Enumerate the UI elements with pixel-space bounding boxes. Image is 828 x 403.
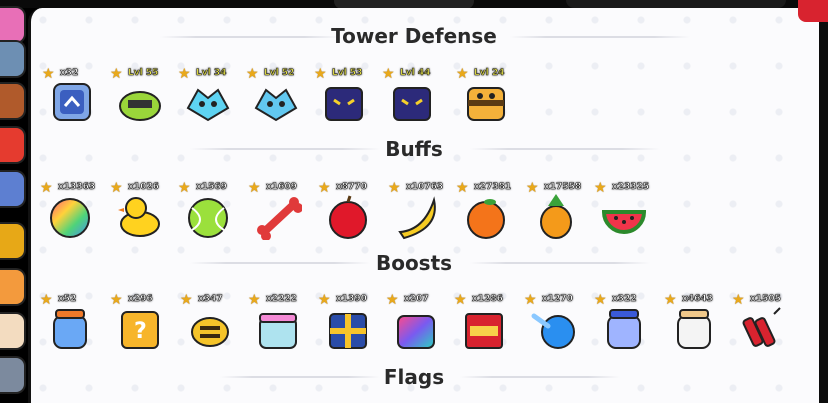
item-level: Lvl 44 [400,68,431,79]
green-tower-icon [119,91,161,121]
blue-jar-icon [607,309,641,349]
item-quantity: x347 [198,294,223,305]
tower-defense-item[interactable]: ★ Lvl 52 [246,66,306,126]
item-quantity: x2222 [266,294,297,305]
buff-item[interactable]: ★ x1026 [110,180,170,240]
pineapple-icon [540,194,572,239]
svg-text:?: ? [134,319,147,344]
item-quantity: x322 [612,294,637,305]
section-title-tower-defense: Tower Defense [331,24,497,48]
rubber-duck-icon [118,197,160,237]
sidebar-egg-icon[interactable] [0,312,26,350]
tnt-crate-icon [465,313,503,349]
item-quantity: x23325 [612,182,650,193]
item-level: Lvl 34 [196,68,227,79]
item-quantity: x1270 [542,294,573,305]
buff-item[interactable]: ★ x8770 [318,180,378,240]
blue-bird-tower-icon [186,88,230,122]
item-quantity: x27381 [474,182,512,193]
item-quantity: x207 [404,294,429,305]
item-quantity: x1286 [472,294,503,305]
item-quantity: x1505 [750,294,781,305]
item-quantity: x8770 [336,182,367,193]
blue-potion-jar-icon [53,309,87,349]
boost-item[interactable]: ★ x4643 [664,292,724,352]
dark-cube-tower-icon [393,87,431,121]
item-quantity: x32 [60,68,79,79]
buff-item[interactable]: ★ x1609 [248,180,308,240]
item-quantity: x52 [58,294,77,305]
right-edge [819,0,828,403]
banana-icon [398,196,436,240]
item-quantity: x10763 [406,182,444,193]
tower-defense-item[interactable]: ★ Lvl 55 [110,66,170,126]
buff-item[interactable]: ★ x10763 [388,180,448,240]
buff-item[interactable]: ★ x13363 [40,180,100,240]
buff-item[interactable]: ★ x27381 [456,180,516,240]
item-quantity: x1609 [266,182,297,193]
item-quantity: x1390 [336,294,367,305]
boost-item[interactable]: ★ x1270 [524,292,584,352]
boost-item[interactable]: ★ x2222 [248,292,308,352]
dark-cube-tower-icon [325,87,363,121]
item-level: Lvl 24 [474,68,505,79]
item-quantity: x1569 [196,182,227,193]
tower-defense-item[interactable]: ★ Lvl 34 [178,66,238,126]
tower-defense-item[interactable]: ★ Lvl 44 [382,66,442,126]
item-level: Lvl 52 [264,68,295,79]
buff-item[interactable]: ★ x1569 [178,180,238,240]
rainbow-gift-icon [397,315,435,349]
bone-icon [257,197,302,240]
item-level: Lvl 53 [332,68,363,79]
top-search-bar[interactable] [566,0,786,8]
close-icon[interactable] [798,0,828,22]
bee-tower-icon [467,87,505,121]
item-level: Lvl 55 [128,68,159,79]
tower-defense-item[interactable]: ★ x32 [42,66,102,126]
blue-comet-icon [531,313,575,349]
tower-tile-icon [53,83,91,121]
rainbow-fruit-icon [50,198,90,238]
golden-bee-icon [191,317,229,347]
gift-box-icon [259,313,297,349]
apple-icon [329,195,367,239]
white-jar-icon [677,309,711,349]
watermelon-icon [601,210,647,234]
boost-item[interactable]: ★ x347 [180,292,240,352]
boost-item[interactable]: ★ x296 ? [110,292,170,352]
boost-item[interactable]: ★ x207 [386,292,446,352]
mystery-gift-box-icon [329,313,367,349]
tower-defense-item[interactable]: ★ Lvl 53 [314,66,374,126]
boost-item[interactable]: ★ x52 [40,292,100,352]
left-sidebar [0,0,34,403]
item-quantity: x4643 [682,294,713,305]
lucky-block-icon: ? [121,311,159,349]
boost-item[interactable]: ★ x1390 [318,292,378,352]
blue-bird-tower-icon [254,88,298,122]
sidebar-book-icon[interactable] [0,170,26,208]
boost-item[interactable]: ★ x1505 [732,292,792,352]
tower-defense-item[interactable]: ★ Lvl 24 [456,66,516,126]
orange-icon [467,199,505,239]
dynamite-icon [742,307,781,347]
item-quantity: x1026 [128,182,159,193]
boost-item[interactable]: ★ x322 [594,292,654,352]
item-quantity: x17558 [544,182,582,193]
boost-item[interactable]: ★ x1286 [454,292,514,352]
tennis-ball-icon [188,198,228,238]
buff-item[interactable]: ★ x17558 [526,180,586,240]
item-quantity: x296 [128,294,153,305]
item-quantity: x13363 [58,182,96,193]
buff-item[interactable]: ★ x23325 [594,180,654,240]
section-title-boosts: Boosts [375,251,453,275]
sidebar-backpack-icon[interactable] [0,82,26,120]
section-title-buffs: Buffs [385,137,443,161]
section-title-flags: Flags [383,365,445,389]
